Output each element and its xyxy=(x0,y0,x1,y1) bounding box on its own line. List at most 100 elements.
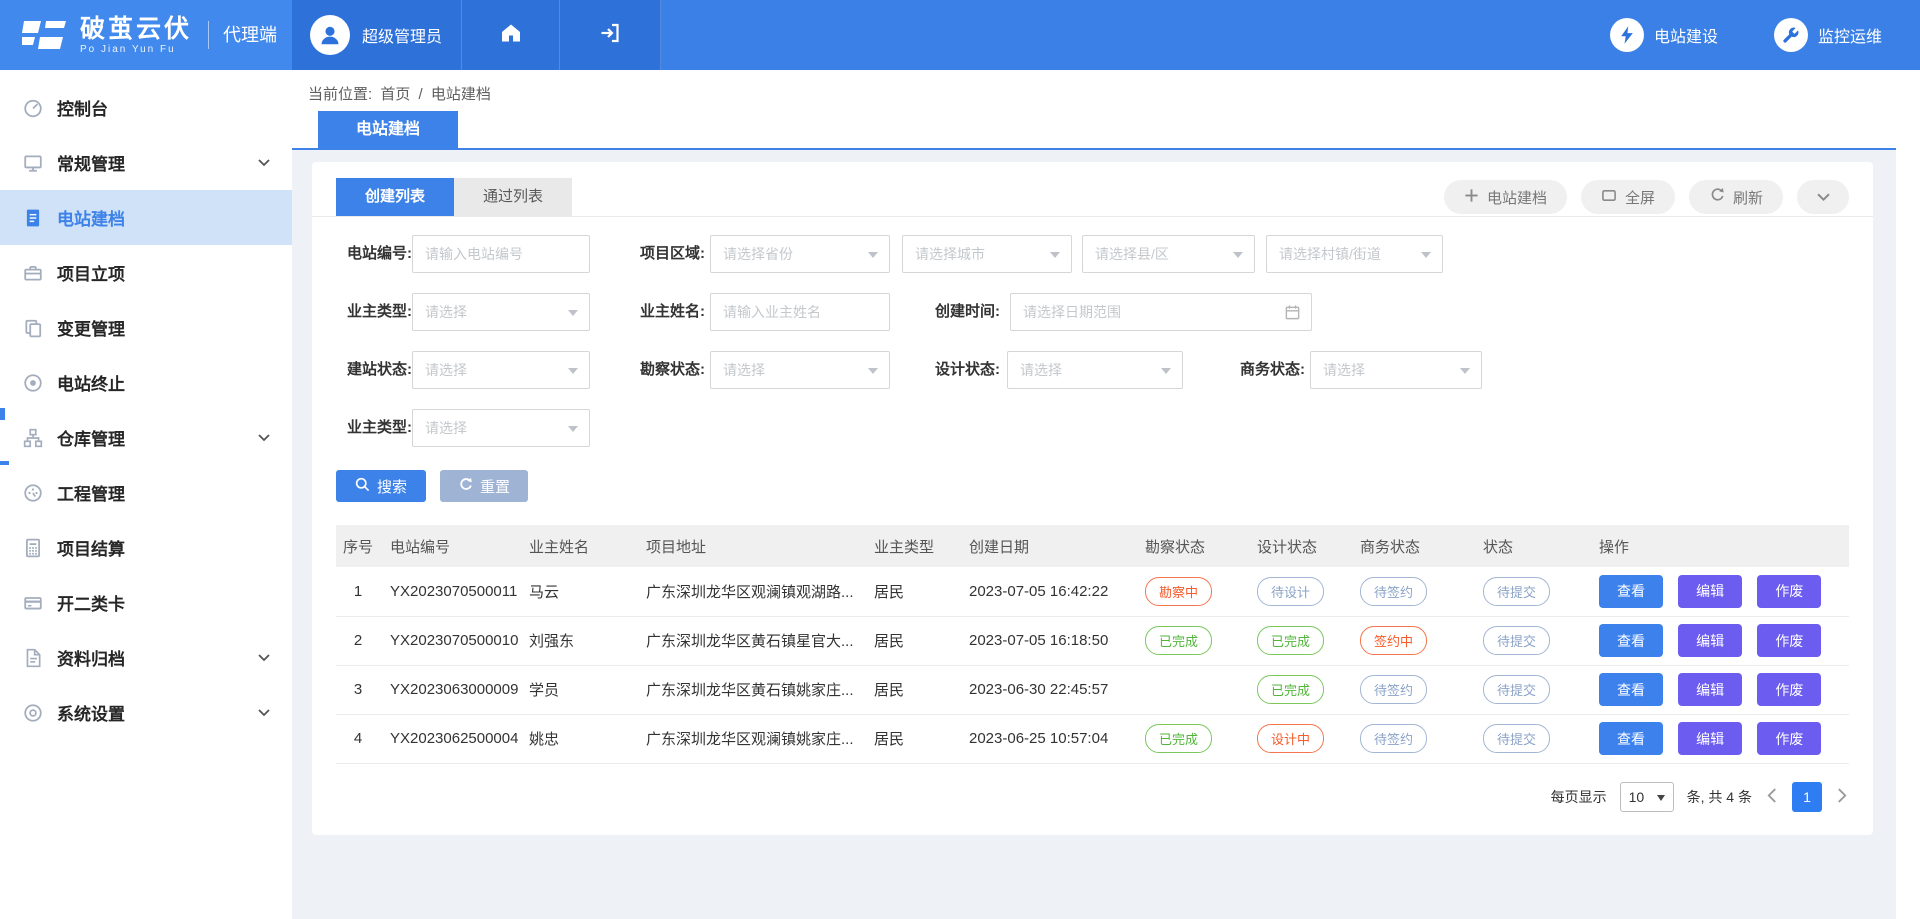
sidebar-item-warehouse-mgmt[interactable]: 仓库管理 xyxy=(0,410,292,465)
design-status-select[interactable]: 请选择 xyxy=(1007,351,1183,389)
status-badge: 待签约 xyxy=(1360,577,1427,606)
sidebar-item-project-settlement[interactable]: 项目结算 xyxy=(0,520,292,575)
create-time-input[interactable] xyxy=(1011,304,1284,320)
gauge-icon xyxy=(22,97,44,119)
reset-button[interactable]: 重置 xyxy=(440,470,528,502)
town-select[interactable]: 请选择村镇/街道 xyxy=(1266,235,1443,273)
sidebar-item-console[interactable]: 控制台 xyxy=(0,80,292,135)
sidebar-item-station-terminate[interactable]: 电站终止 xyxy=(0,355,292,410)
business-status-select[interactable]: 请选择 xyxy=(1310,351,1482,389)
col-design-status: 设计状态 xyxy=(1247,525,1350,567)
owner-type2-select[interactable]: 请选择 xyxy=(412,409,590,447)
breadcrumb-home-link[interactable]: 首页 xyxy=(380,86,410,103)
per-page-select[interactable]: 10 xyxy=(1620,782,1674,812)
filter-row-2: 业主类型: 请选择 业主姓名: 创建时间: xyxy=(312,293,1873,331)
create-time-range-picker[interactable] xyxy=(1010,293,1312,331)
main-area: 当前位置: 首页 / 电站建档 电站建档 创建列表 通过列表 电站建档 全屏 刷… xyxy=(292,70,1896,919)
logout-button[interactable] xyxy=(560,0,661,70)
col-created: 创建日期 xyxy=(959,525,1135,567)
plus-icon xyxy=(1464,188,1479,207)
sidebar-item-engineering-mgmt[interactable]: 工程管理 xyxy=(0,465,292,520)
home-button[interactable] xyxy=(462,0,560,70)
user-menu[interactable]: 超级管理员 xyxy=(292,0,462,70)
home-icon xyxy=(499,21,523,50)
filter-row-4: 业主类型: 请选择 xyxy=(312,409,1873,447)
owner-type2-label: 业主类型: xyxy=(337,409,412,447)
breadcrumb-bar: 当前位置: 首页 / 电站建档 电站建档 xyxy=(292,70,1896,150)
chevron-down-icon xyxy=(258,649,270,667)
scrollbar-track[interactable] xyxy=(1896,70,1920,919)
col-survey-status: 勘察状态 xyxy=(1135,525,1247,567)
copy-icon xyxy=(22,317,44,339)
breadcrumb-current: 电站建档 xyxy=(431,86,491,103)
sitemap-icon xyxy=(22,427,44,449)
sidebar-item-change-mgmt[interactable]: 变更管理 xyxy=(0,300,292,355)
sidebar-item-general-mgmt[interactable]: 常规管理 xyxy=(0,135,292,190)
logo[interactable]: 破茧云伏 Po Jian Yun Fu 代理端 xyxy=(0,0,292,70)
void-button[interactable]: 作废 xyxy=(1757,575,1821,608)
owner-name-label: 业主姓名: xyxy=(624,293,705,331)
prev-page-button[interactable] xyxy=(1765,786,1779,808)
status-badge: 已完成 xyxy=(1257,675,1324,704)
edit-button[interactable]: 编辑 xyxy=(1678,673,1742,706)
refresh-button[interactable]: 刷新 xyxy=(1689,180,1783,214)
build-status-select[interactable]: 请选择 xyxy=(412,351,590,389)
district-select[interactable]: 请选择县/区 xyxy=(1082,235,1255,273)
page-tab-station-archive[interactable]: 电站建档 xyxy=(318,111,458,148)
tab-create-list[interactable]: 创建列表 xyxy=(336,178,454,216)
view-button[interactable]: 查看 xyxy=(1599,673,1663,706)
breadcrumb-separator: / xyxy=(419,86,423,103)
view-button[interactable]: 查看 xyxy=(1599,575,1663,608)
void-button[interactable]: 作废 xyxy=(1757,624,1821,657)
collapse-toolbar-button[interactable] xyxy=(1797,180,1849,214)
fullscreen-button[interactable]: 全屏 xyxy=(1581,180,1675,214)
pagination: 每页显示 10 条, 共 4 条 1 xyxy=(1551,780,1849,814)
card-toolbar: 电站建档 全屏 刷新 xyxy=(1444,180,1849,214)
view-button[interactable]: 查看 xyxy=(1599,722,1663,755)
user-name: 超级管理员 xyxy=(362,23,442,47)
station-code-input[interactable] xyxy=(412,235,590,273)
search-button[interactable]: 搜索 xyxy=(336,470,426,502)
col-owner-name: 业主姓名 xyxy=(519,525,636,567)
col-status: 状态 xyxy=(1473,525,1589,567)
view-button[interactable]: 查看 xyxy=(1599,624,1663,657)
chevron-down-icon xyxy=(258,429,270,447)
edit-button[interactable]: 编辑 xyxy=(1678,722,1742,755)
status-badge: 签约中 xyxy=(1360,626,1427,655)
owner-name-input[interactable] xyxy=(710,293,890,331)
edit-button[interactable]: 编辑 xyxy=(1678,575,1742,608)
status-badge: 已完成 xyxy=(1145,724,1212,753)
owner-type-label: 业主类型: xyxy=(337,293,412,331)
status-badge: 待提交 xyxy=(1483,626,1550,655)
province-select[interactable]: 请选择省份 xyxy=(710,235,890,273)
void-button[interactable]: 作废 xyxy=(1757,722,1821,755)
table-row: 3 YX2023063000009 学员 广东深圳龙华区黄石镇姚家庄... 居民… xyxy=(336,665,1849,714)
next-page-button[interactable] xyxy=(1835,786,1849,808)
sidebar-item-station-archive[interactable]: 电站建档 xyxy=(0,190,292,245)
sidebar-scroll-mark xyxy=(0,408,5,420)
nav-station-build[interactable]: 电站建设 xyxy=(1610,18,1718,52)
tab-passed-list[interactable]: 通过列表 xyxy=(454,178,572,216)
per-page-label: 每页显示 xyxy=(1551,787,1607,807)
city-select[interactable]: 请选择城市 xyxy=(902,235,1072,273)
sidebar-item-system-settings[interactable]: 系统设置 xyxy=(0,685,292,740)
search-icon xyxy=(355,477,370,496)
monitor-icon xyxy=(22,152,44,174)
void-button[interactable]: 作废 xyxy=(1757,673,1821,706)
current-page[interactable]: 1 xyxy=(1792,782,1822,812)
sidebar-item-data-archive[interactable]: 资料归档 xyxy=(0,630,292,685)
edit-button[interactable]: 编辑 xyxy=(1678,624,1742,657)
owner-type-select[interactable]: 请选择 xyxy=(412,293,590,331)
add-station-button[interactable]: 电站建档 xyxy=(1444,180,1567,214)
col-station-code: 电站编号 xyxy=(380,525,519,567)
station-code-label: 电站编号: xyxy=(337,235,412,273)
content-card: 创建列表 通过列表 电站建档 全屏 刷新 电站编号: 项目区域: xyxy=(312,162,1873,835)
status-badge: 待设计 xyxy=(1257,577,1324,606)
build-status-label: 建站状态: xyxy=(337,351,412,389)
chevron-down-icon xyxy=(258,704,270,722)
table-header-row: 序号 电站编号 业主姓名 项目地址 业主类型 创建日期 勘察状态 设计状态 商务… xyxy=(336,525,1849,567)
nav-monitor-ops[interactable]: 监控运维 xyxy=(1774,18,1882,52)
sidebar-item-open-card[interactable]: 开二类卡 xyxy=(0,575,292,630)
sidebar-item-project-initiation[interactable]: 项目立项 xyxy=(0,245,292,300)
survey-status-select[interactable]: 请选择 xyxy=(710,351,890,389)
